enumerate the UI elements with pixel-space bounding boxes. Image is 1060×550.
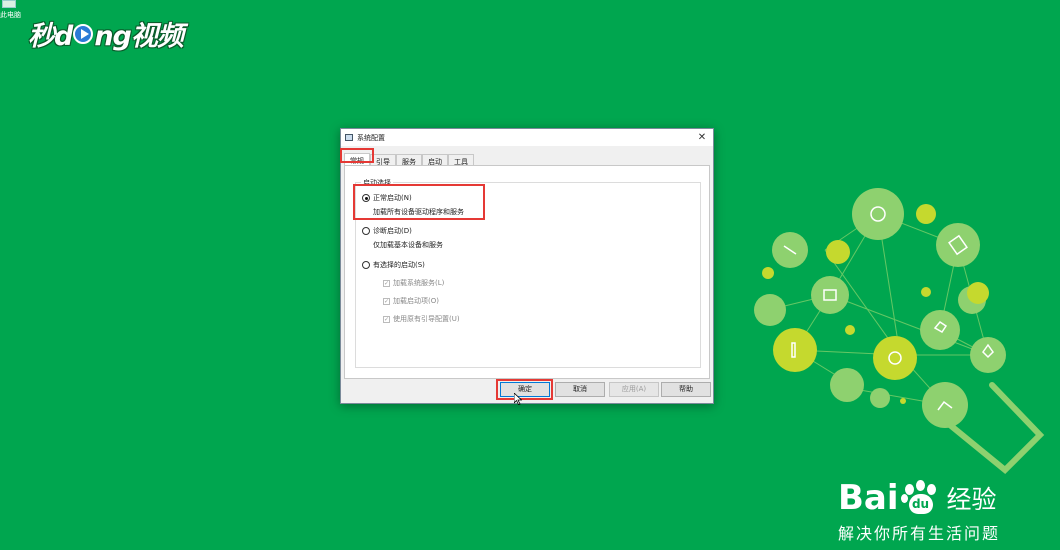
load-system-services-checkbox[interactable]: ✓ 加载系统服务(L) (383, 278, 444, 288)
checkbox-label: 加载系统服务(L) (393, 279, 445, 287)
selective-startup-label: 有选择的启动(S) (373, 261, 425, 269)
msconfig-app-icon (345, 134, 353, 141)
cancel-button[interactable]: 取消 (555, 382, 605, 397)
mouse-pointer-icon (514, 393, 522, 405)
play-icon (73, 23, 94, 44)
checkbox-checked-icon: ✓ (383, 279, 390, 287)
diagnostic-startup-radio[interactable]: 诊断启动(D) (362, 226, 412, 236)
help-button[interactable]: 帮助 (661, 382, 711, 397)
desktop-icon-label: 此电脑 (0, 11, 21, 19)
brand-slogan: 解决你所有生活问题 (838, 524, 1001, 543)
video-site-logo: 秒d ng视频 (28, 14, 184, 53)
selective-startup-radio[interactable]: 有选择的启动(S) (362, 260, 425, 270)
radio-empty-icon (362, 227, 370, 235)
dialog-titlebar[interactable]: 系统配置 ✕ (341, 129, 713, 146)
use-original-boot-config-checkbox[interactable]: ✓ 使用原有引导配置(U) (383, 314, 460, 324)
brand-name: Bai du 经验 (838, 478, 1048, 518)
system-config-dialog: 系统配置 ✕ 常规 引导 服务 启动 工具 启动选择 正常启动(N) 加载所有设… (340, 128, 714, 404)
baidu-jingyan-brand: Bai du 经验 解决你所有生活问题 (838, 478, 1048, 544)
brand-name-left: Bai (838, 478, 899, 518)
normal-startup-highlight (353, 184, 485, 220)
dialog-title: 系统配置 (357, 133, 385, 142)
general-tab-highlight (340, 148, 374, 163)
this-pc-desktop-icon[interactable]: 此电脑 (0, 0, 22, 22)
logo-text-left: 秒d (28, 21, 73, 52)
radio-empty-icon (362, 261, 370, 269)
checkbox-label: 加载启动项(O) (393, 297, 439, 305)
paw-text: du (908, 494, 933, 514)
monitor-icon (2, 0, 16, 8)
checkbox-checked-icon: ✓ (383, 297, 390, 305)
lightbulb-network-illustration (754, 188, 1045, 475)
brand-name-right: 经验 (946, 485, 997, 514)
logo-text-right: ng视频 (94, 21, 184, 52)
load-startup-items-checkbox[interactable]: ✓ 加载启动项(O) (383, 296, 439, 306)
ok-button-highlight (496, 379, 553, 400)
diagnostic-startup-description: 仅加载基本设备和服务 (373, 241, 443, 249)
paw-icon: du (900, 480, 941, 516)
checkbox-checked-icon: ✓ (383, 315, 390, 323)
close-icon[interactable]: ✕ (691, 129, 713, 146)
diagnostic-startup-label: 诊断启动(D) (373, 227, 412, 235)
checkbox-label: 使用原有引导配置(U) (393, 315, 460, 323)
apply-button[interactable]: 应用(A) (609, 382, 659, 397)
